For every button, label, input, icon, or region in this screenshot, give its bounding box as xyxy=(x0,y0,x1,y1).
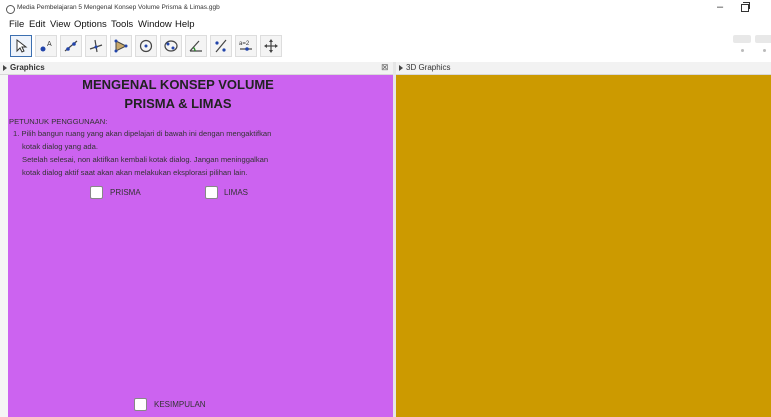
polygon-tool-button[interactable] xyxy=(110,35,132,57)
polygon-icon xyxy=(114,39,128,53)
graphics3d-panel-title: 3D Graphics xyxy=(406,63,451,72)
toolbar: A a=2 xyxy=(0,33,771,61)
reflect-line-icon xyxy=(215,39,227,53)
collapse-triangle-icon[interactable] xyxy=(399,65,403,71)
close-panel-icon[interactable]: ⊠ xyxy=(381,62,389,73)
kesimpulan-checkbox-label[interactable]: KESIMPULAN xyxy=(154,400,206,409)
slider-icon-text: a=2 xyxy=(239,41,250,47)
minimize-button[interactable]: – xyxy=(717,1,723,13)
kesimpulan-checkbox[interactable] xyxy=(134,398,147,411)
menu-file[interactable]: File xyxy=(9,19,24,30)
move-tool-button[interactable] xyxy=(10,35,32,57)
reflect-tool-button[interactable] xyxy=(210,35,232,57)
menu-tools[interactable]: Tools xyxy=(111,19,133,30)
circle-tool-button[interactable] xyxy=(135,35,157,57)
point-tool-button[interactable]: A xyxy=(35,35,57,57)
point-icon: A xyxy=(40,41,52,52)
graphics-panel-header[interactable]: Graphics ⊠ xyxy=(0,62,393,75)
ellipse-icon xyxy=(164,40,178,52)
move-view-cross-icon xyxy=(264,39,278,53)
limas-checkbox[interactable] xyxy=(205,186,218,199)
graphics-view[interactable]: MENGENAL KONSEP VOLUME PRISMA & LIMAS PE… xyxy=(8,75,393,417)
graphics-panel-title: Graphics xyxy=(10,63,45,72)
instructions-heading: PETUNJUK PENGGUNAAN: xyxy=(9,117,108,126)
angle-tool-button[interactable] xyxy=(185,35,207,57)
maximize-button[interactable] xyxy=(741,2,750,12)
instruction-line: Setelah selesai, non aktifkan kembali ko… xyxy=(22,155,269,164)
circle-icon xyxy=(139,39,153,53)
cursor-arrow-icon xyxy=(16,38,28,53)
prisma-checkbox-label[interactable]: PRISMA xyxy=(110,188,141,197)
collapse-triangle-icon[interactable] xyxy=(3,65,7,71)
instruction-line: 1. Pilih bangun ruang yang akan dipelaja… xyxy=(13,129,272,138)
title-bar: Media Pembelajaran 5 Mengenal Konsep Vol… xyxy=(0,0,771,17)
slider-tool-button[interactable]: a=2 xyxy=(235,35,257,57)
redo-button[interactable] xyxy=(755,35,771,43)
graphics-3d-view[interactable] xyxy=(396,75,771,417)
perpendicular-line-icon xyxy=(89,39,103,53)
move-graphics-view-button[interactable] xyxy=(260,35,282,57)
heading-line-2: PRISMA & LIMAS xyxy=(124,96,232,111)
menu-bar: File Edit View Options Tools Window Help xyxy=(0,17,771,32)
menu-options[interactable]: Options xyxy=(74,19,107,30)
svg-text:A: A xyxy=(47,41,52,48)
line-icon xyxy=(64,40,78,52)
geogebra-app-icon xyxy=(6,5,15,14)
graphics3d-panel-header[interactable]: 3D Graphics xyxy=(396,62,771,75)
undo-button[interactable] xyxy=(733,35,751,43)
perpendicular-tool-button[interactable] xyxy=(85,35,107,57)
menu-edit[interactable]: Edit xyxy=(29,19,45,30)
instruction-line: kotak dialog aktif saat akan akan melaku… xyxy=(22,168,248,177)
prisma-checkbox[interactable] xyxy=(90,186,103,199)
menu-window[interactable]: Window xyxy=(138,19,172,30)
menu-help[interactable]: Help xyxy=(175,19,195,30)
slider-icon: a=2 xyxy=(239,41,252,51)
left-margin-strip xyxy=(0,75,8,417)
toolbar-indicator-dot xyxy=(741,49,744,52)
limas-checkbox-label[interactable]: LIMAS xyxy=(224,188,248,197)
line-tool-button[interactable] xyxy=(60,35,82,57)
instruction-line: kotak dialog yang ada. xyxy=(22,142,98,151)
conic-tool-button[interactable] xyxy=(160,35,182,57)
angle-icon xyxy=(189,40,202,52)
window-title: Media Pembelajaran 5 Mengenal Konsep Vol… xyxy=(17,4,220,11)
heading-line-1: MENGENAL KONSEP VOLUME xyxy=(82,77,274,92)
menu-view[interactable]: View xyxy=(50,19,70,30)
toolbar-indicator-dot xyxy=(763,49,766,52)
